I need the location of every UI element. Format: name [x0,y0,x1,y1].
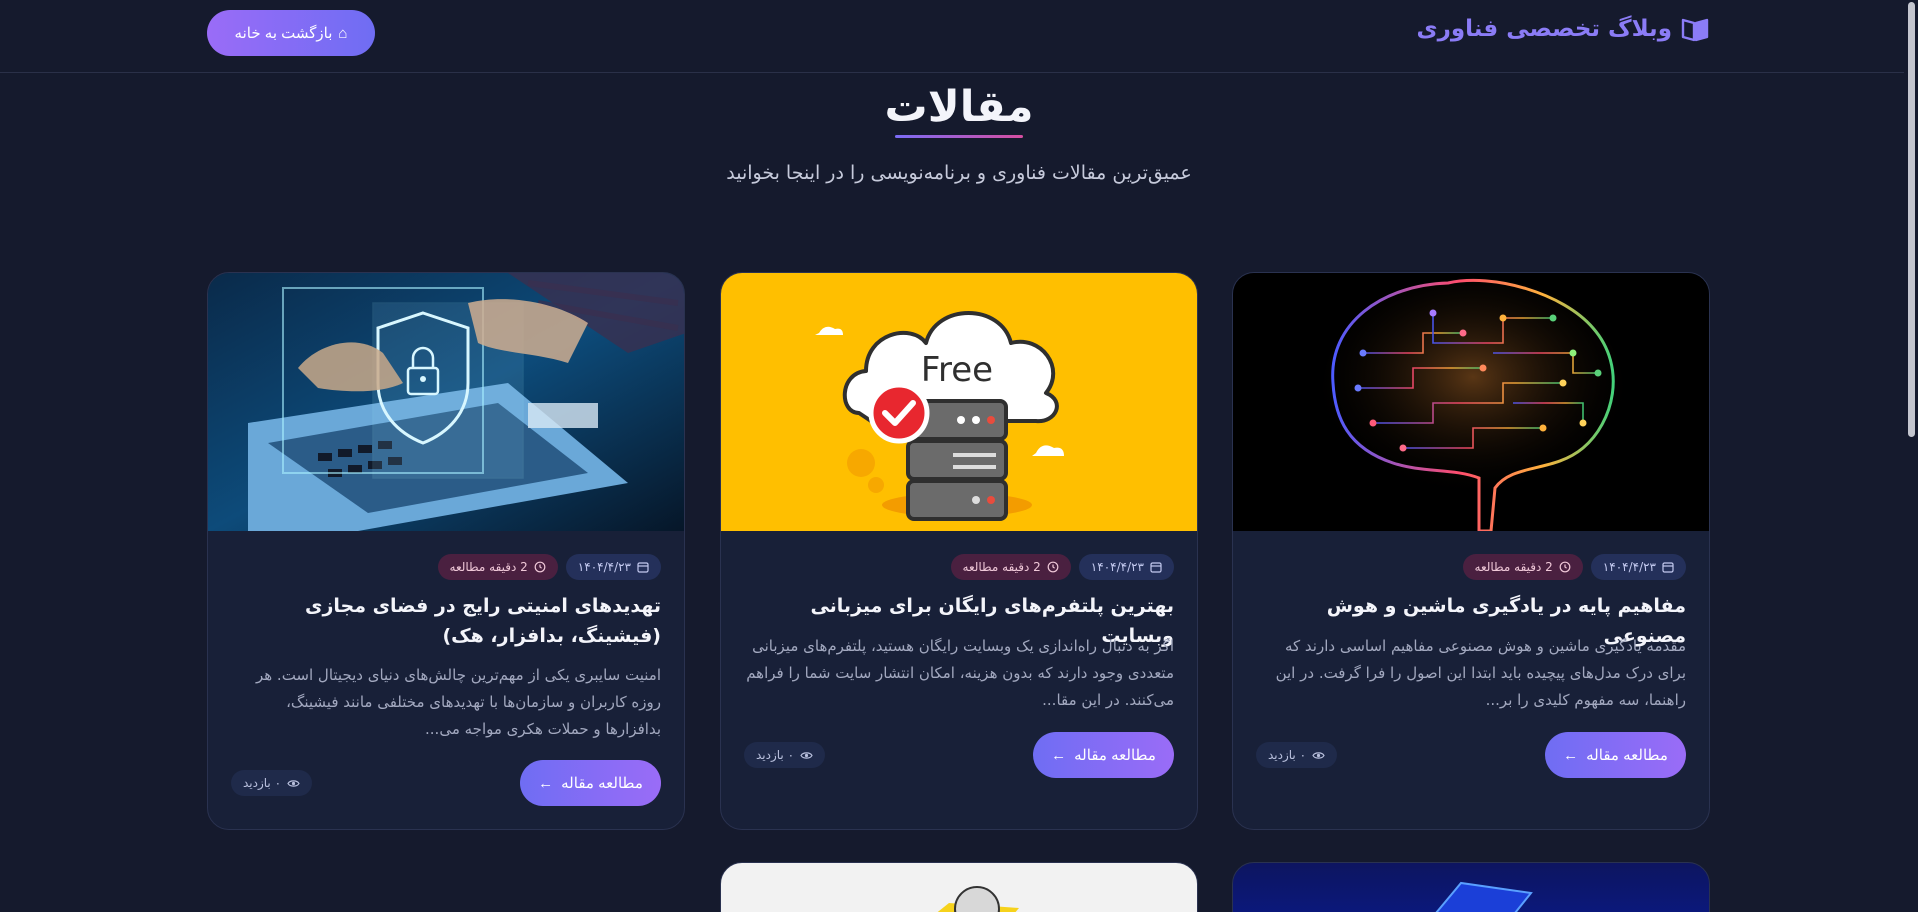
article-image-partial [937,886,1019,912]
article-meta: ۱۴۰۴/۴/۲۳ 2 دقیقه مطالعه [1462,554,1686,580]
read-article-button[interactable]: مطالعه مقاله ← [1545,732,1686,778]
scrollbar-thumb[interactable] [1908,2,1915,437]
title-underline [895,135,1023,138]
home-icon: ⌂ [338,24,348,42]
arrow-left-icon: ← [1051,746,1067,764]
article-excerpt: امنیت سایبری یکی از مهم‌ترین چالش‌های دن… [255,666,661,738]
book-icon [1681,18,1709,42]
article-card[interactable]: Free ۱۴۰۴/۴/۲۳ 2 دقیقه مطالعه بهترین پلت… [720,272,1198,830]
eye-icon [800,751,813,759]
eye-icon [287,779,300,787]
article-image-free-hosting[interactable]: Free [721,273,1197,531]
eye-icon [1312,751,1325,759]
views-badge: ۰ بازدید [231,770,313,796]
read-time-badge: 2 دقیقه مطالعه [437,554,558,580]
calendar-icon [1662,562,1674,573]
clock-icon [534,561,546,573]
page-subtitle: عمیق‌ترین مقالات فناوری و برنامه‌نویسی ر… [726,162,1192,184]
article-card[interactable]: ۱۴۰۴/۴/۲۳ 2 دقیقه مطالعه تهدیدهای امنیتی… [207,272,685,830]
article-meta: ۱۴۰۴/۴/۲۳ 2 دقیقه مطالعه [950,554,1174,580]
calendar-icon [637,562,649,573]
brand-title: وبلاگ تخصصی فناوری [1416,16,1672,42]
arrow-left-icon: ← [538,774,554,792]
clock-icon [1559,561,1571,573]
views-badge: ۰ بازدید [744,742,826,768]
article-meta: ۱۴۰۴/۴/۲۳ 2 دقیقه مطالعه [437,554,661,580]
date-badge: ۱۴۰۴/۴/۲۳ [1590,554,1686,580]
date-badge: ۱۴۰۴/۴/۲۳ [1078,554,1174,580]
article-card-partial[interactable] [720,862,1198,912]
read-article-button[interactable]: مطالعه مقاله ← [1033,732,1174,778]
article-image-partial [1435,881,1533,912]
calendar-icon [1150,562,1162,573]
article-excerpt: اگر به دنبال راه‌اندازی یک وبسایت رایگان… [746,637,1174,709]
clock-icon [1047,561,1059,573]
date-badge: ۱۴۰۴/۴/۲۳ [565,554,661,580]
article-title[interactable]: تهدیدهای امنیتی رایج در فضای مجازی (فیشی… [229,591,661,651]
site-header: وبلاگ تخصصی فناوری ⌂ بازگشت به خانه [0,0,1918,73]
scrollbar-track[interactable] [1904,0,1918,912]
article-excerpt: مقدمه یادگیری ماشین و هوش مصنوعی مفاهیم … [1275,637,1686,709]
back-home-button[interactable]: ⌂ بازگشت به خانه [207,10,375,56]
views-badge: ۰ بازدید [1256,742,1338,768]
free-label: Free [921,350,993,390]
read-time-badge: 2 دقیقه مطالعه [950,554,1071,580]
back-home-label: بازگشت به خانه [234,25,333,42]
article-image-cybersecurity[interactable] [208,273,684,531]
article-card[interactable]: ۱۴۰۴/۴/۲۳ 2 دقیقه مطالعه مفاهیم پایه در … [1232,272,1710,830]
read-article-button[interactable]: مطالعه مقاله ← [520,760,661,806]
page-title: مقالات [884,82,1034,132]
article-image-ai-brain[interactable] [1233,273,1709,531]
article-card-partial[interactable] [1232,862,1710,912]
read-time-badge: 2 دقیقه مطالعه [1462,554,1583,580]
brand-logo[interactable]: وبلاگ تخصصی فناوری [1417,14,1710,44]
arrow-left-icon: ← [1563,746,1579,764]
